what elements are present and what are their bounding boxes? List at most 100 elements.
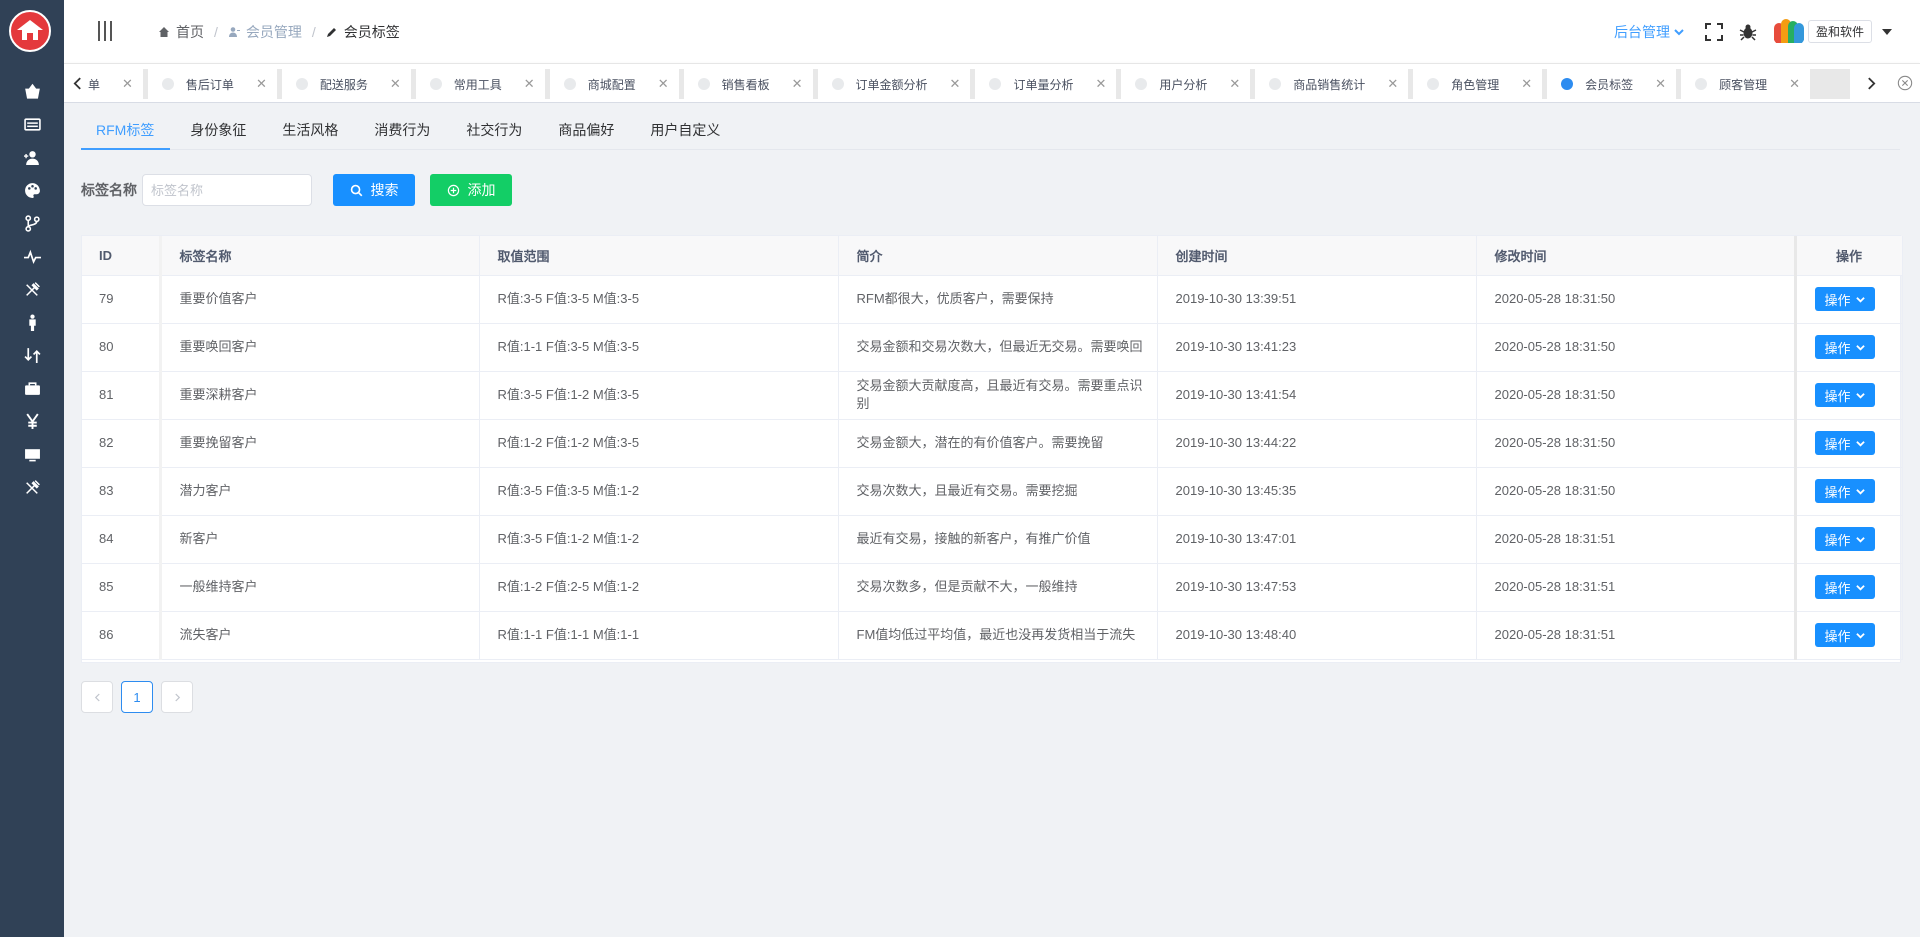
tag-type-tab[interactable]: 商品偏好 [542,102,630,149]
close-tab-icon[interactable]: ✕ [524,76,535,92]
yen-icon[interactable] [22,411,42,431]
table-cell: R值:1-1 F值:3-5 M值:3-5 [479,323,839,372]
tag-type-tab[interactable]: 消费行为 [358,102,446,149]
basket-icon[interactable] [22,81,42,101]
chevron-left-icon [94,693,100,701]
fullscreen-icon[interactable] [1704,22,1724,42]
tag-type-tab[interactable]: 身份象征 [174,102,262,149]
tab-dot-icon [1561,78,1574,90]
breadcrumb-member-management[interactable]: 会员管理 [228,22,302,42]
tag-view-tab[interactable]: 售后订单 ✕ [147,69,277,99]
tag-view-tab[interactable]: 订单 ✕ [88,69,143,99]
table-cell: FM值均低过平均值，最近也没再发货相当于流失 [838,611,1158,660]
prev-page-button[interactable] [81,681,113,713]
close-tab-icon[interactable]: ✕ [122,76,133,92]
tag-view-tab[interactable]: 会员标签 ✕ [1547,69,1677,99]
tag-type-tab[interactable]: 社交行为 [450,102,538,149]
row-action-dropdown[interactable]: 操作 [1814,287,1875,311]
close-tab-icon[interactable]: ✕ [1229,76,1240,92]
tag-name-input[interactable] [142,174,312,206]
table-cell: 一般维持客户 [158,563,480,612]
person-icon[interactable] [22,312,42,332]
row-action-dropdown[interactable]: 操作 [1814,527,1875,551]
row-action-dropdown[interactable]: 操作 [1814,383,1875,407]
table-cell: 新客户 [158,515,480,564]
tag-view-tab[interactable]: 商城配置 ✕ [549,69,679,99]
close-tab-icon[interactable]: ✕ [1655,76,1666,92]
tag-view-tab[interactable]: 配送服务 ✕ [281,69,411,99]
pulse-icon[interactable] [22,246,42,266]
column-header[interactable]: 简介 [838,236,1158,276]
row-action-dropdown[interactable]: 操作 [1814,479,1875,503]
table-cell: 2020-05-28 18:31:50 [1476,371,1796,420]
row-action-dropdown[interactable]: 操作 [1814,335,1875,359]
table-cell: 操作 [1793,563,1903,612]
tag-view-tab[interactable]: 顾客管理 ✕ [1681,69,1810,99]
row-action-dropdown[interactable]: 操作 [1814,431,1875,455]
chevron-right-icon[interactable] [1864,74,1878,92]
tag-type-tab[interactable]: RFM标签 [81,102,171,150]
close-tab-icon[interactable]: ✕ [256,76,267,92]
tag-view-tab[interactable]: 商品销售统计 ✕ [1255,69,1409,99]
table-cell: 85 [82,563,161,612]
close-all-icon[interactable] [1896,74,1914,92]
table-cell: 流失客户 [158,611,480,660]
tab-dot-icon [1695,78,1708,90]
table-cell: 2019-10-30 13:45:35 [1157,467,1477,516]
next-page-button[interactable] [161,681,193,713]
admin-menu-dropdown[interactable]: 后台管理 [1614,22,1684,42]
close-tab-icon[interactable]: ✕ [1789,76,1800,92]
menu-toggle-icon[interactable] [98,21,112,41]
list-icon[interactable] [22,114,42,134]
tag-view-tab[interactable]: 用户分析 ✕ [1121,69,1251,99]
tag-view-tab[interactable]: 销售看板 ✕ [683,69,813,99]
tag-view-tab[interactable]: 订单量分析 ✕ [975,69,1117,99]
avatar[interactable] [1771,14,1806,49]
breadcrumb-home[interactable]: 首页 [158,22,204,42]
caret-down-icon[interactable] [1882,28,1892,35]
column-header[interactable]: ID [82,236,161,276]
chevron-left-icon[interactable] [70,74,84,92]
tag-type-tab[interactable]: 生活风格 [266,102,354,149]
app-logo[interactable] [9,10,51,52]
close-tab-icon[interactable]: ✕ [1095,76,1106,92]
briefcase-icon[interactable] [22,378,42,398]
row-action-dropdown[interactable]: 操作 [1814,623,1875,647]
chevron-down-icon [1855,536,1865,543]
add-button[interactable]: 添加 [430,174,512,206]
tag-view-tab[interactable]: 角色管理 ✕ [1413,69,1543,99]
tag-type-tab[interactable]: 用户自定义 [634,102,736,149]
branch-icon[interactable] [22,213,42,233]
close-tab-icon[interactable]: ✕ [1387,76,1398,92]
close-tab-icon[interactable]: ✕ [1521,76,1532,92]
bug-icon[interactable] [1738,22,1758,42]
table-cell: R值:1-2 F值:2-5 M值:1-2 [479,563,839,612]
column-header[interactable]: 标签名称 [158,236,480,276]
tag-type-tabs: RFM标签 身份象征 生活风格 消费行为 社交行为 商品偏好 用户自定义 [81,103,1900,150]
page-number[interactable]: 1 [121,681,153,713]
column-header[interactable]: 修改时间 [1476,236,1796,276]
table-cell: 重要挽留客户 [158,419,480,468]
chevron-down-icon [1855,632,1865,639]
tools-icon[interactable] [22,279,42,299]
tag-view-tab[interactable]: 订单金额分析 ✕ [817,69,971,99]
exchange-icon[interactable] [22,345,42,365]
monitor-icon[interactable] [22,444,42,464]
close-tab-icon[interactable]: ✕ [658,76,669,92]
table-cell: 2020-05-28 18:31:51 [1476,563,1796,612]
tag-view-tab[interactable]: 常用工具 ✕ [415,69,545,99]
user-add-icon[interactable] [22,147,42,167]
tab-label: 售后订单 [185,77,234,92]
close-tab-icon[interactable]: ✕ [950,76,961,92]
column-header[interactable]: 创建时间 [1157,236,1477,276]
tab-label: 用户分析 [1159,77,1208,92]
search-button[interactable]: 搜索 [333,174,415,206]
column-header[interactable]: 取值范围 [479,236,839,276]
tags-table: ID 标签名称 取值范围 简介 创建时间 修改时间 操作 79 重要价值客户 R值:… [81,235,1903,663]
close-tab-icon[interactable]: ✕ [390,76,401,92]
palette-icon[interactable] [22,180,42,200]
close-tab-icon[interactable]: ✕ [792,76,803,92]
breadcrumb-member-tags: 会员标签 [326,22,400,42]
row-action-dropdown[interactable]: 操作 [1814,575,1875,599]
tools-icon[interactable] [22,477,42,497]
